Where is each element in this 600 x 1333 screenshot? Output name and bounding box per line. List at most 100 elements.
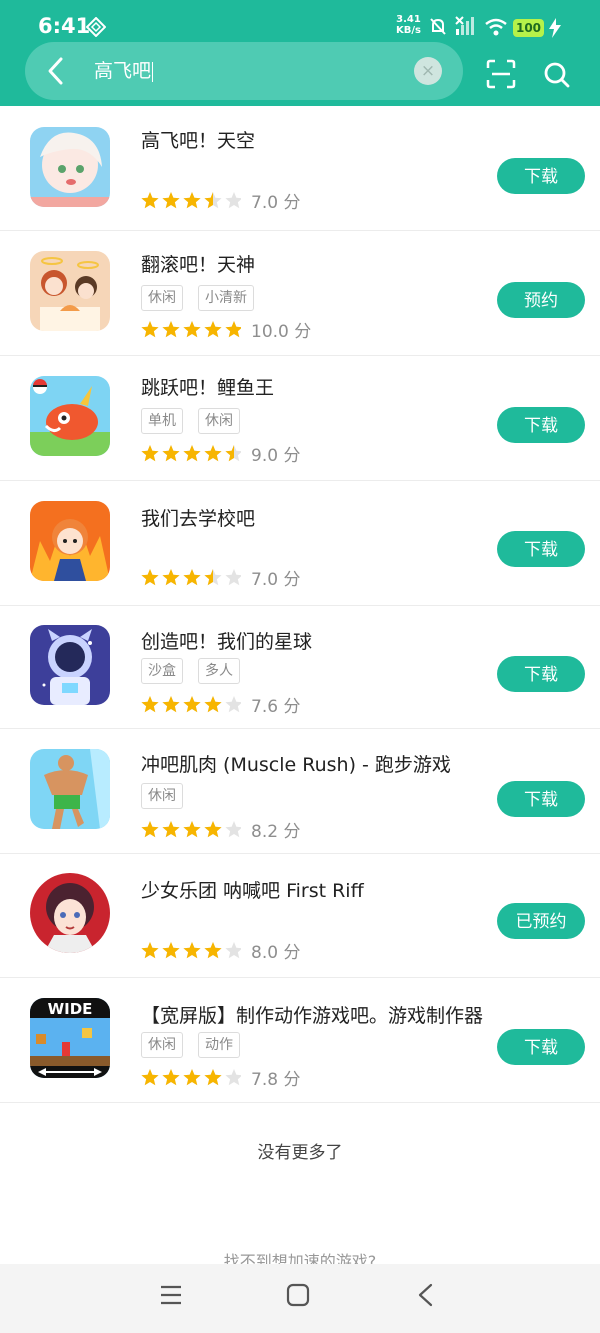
star-full (183, 941, 201, 958)
star-full (183, 695, 201, 712)
app-title: 冲吧肌肉 (Muscle Rush) - 跑步游戏 (141, 754, 451, 776)
rating-unit: 分 (283, 943, 301, 963)
search-bar[interactable] (25, 42, 463, 100)
app-notification-icon (86, 17, 106, 37)
battery-indicator: 100 (513, 19, 544, 37)
rating-score: 8.2 分 (251, 817, 300, 842)
search-input[interactable]: 高飞吧 (94, 58, 154, 84)
band-girl-icon (30, 873, 110, 953)
list-item[interactable]: 创造吧！我们的星球 沙盒 多人 7.6 分 下载 (0, 604, 600, 729)
list-item[interactable]: 高飞吧！天空 7.0 分 下载 (0, 106, 600, 231)
star-full (162, 320, 180, 337)
clear-search-button[interactable]: × (414, 57, 442, 85)
mute-bell-icon (430, 18, 446, 35)
tag: 休闲 (141, 285, 183, 311)
menu-icon[interactable] (159, 1283, 183, 1307)
star-empty (225, 1068, 241, 1085)
tag: 休闲 (141, 783, 183, 809)
list-item[interactable]: WIDE 【宽屏版】制作动作游戏吧。游戏制作器 休闲 动作 7.8 分 下载 (0, 978, 600, 1103)
star-full (204, 941, 222, 958)
download-button[interactable]: 下载 (497, 656, 585, 692)
tag: 动作 (198, 1032, 240, 1058)
app-title: 创造吧！我们的星球 (141, 631, 313, 653)
rating-score: 7.0 分 (251, 188, 300, 213)
rating: 7.6 分 (141, 692, 300, 717)
tag: 休闲 (198, 408, 240, 434)
star-full (183, 444, 201, 461)
download-button[interactable]: 下载 (497, 1029, 585, 1065)
list-item[interactable]: 冲吧肌肉 (Muscle Rush) - 跑步游戏 休闲 8.2 分 下载 (0, 729, 600, 854)
star-rating (141, 695, 241, 712)
rating-unit: 分 (283, 193, 301, 213)
star-full (141, 568, 159, 585)
astronaut-cat-icon (30, 625, 110, 705)
back-arrow-icon[interactable] (44, 56, 68, 86)
rating: 7.8 分 (141, 1065, 300, 1090)
rating-unit: 分 (283, 697, 301, 717)
star-rating (141, 1068, 241, 1085)
star-full (183, 568, 201, 585)
download-button[interactable]: 下载 (497, 781, 585, 817)
star-full (141, 320, 159, 337)
app-title: 我们去学校吧 (141, 508, 256, 530)
no-more-text: 没有更多了 (257, 1143, 343, 1163)
star-rating (141, 820, 241, 837)
list-item[interactable]: 少女乐团 呐喊吧 First Riff 8.0 分 已预约 (0, 853, 600, 978)
star-full (183, 191, 201, 208)
tag: 多人 (198, 658, 240, 684)
rating-score: 7.6 分 (251, 692, 300, 717)
download-button[interactable]: 下载 (497, 407, 585, 443)
tag-list: 休闲 动作 (141, 1032, 255, 1058)
app-title: 跳跃吧！鲤鱼王 (141, 377, 275, 399)
rating-unit: 分 (283, 822, 301, 842)
scan-icon[interactable] (486, 59, 516, 89)
back-icon[interactable] (414, 1283, 438, 1307)
tag: 休闲 (141, 1032, 183, 1058)
rating-score: 7.0 分 (251, 565, 300, 590)
status-bar: 6:41 3.41 KB/s 100 (0, 0, 600, 44)
star-full (162, 820, 180, 837)
star-full (183, 1068, 201, 1085)
app-title: 【宽屏版】制作动作游戏吧。游戏制作器 (141, 1005, 484, 1027)
app-title: 高飞吧！天空 (141, 130, 256, 152)
download-button[interactable]: 下载 (497, 531, 585, 567)
list-item[interactable]: 跳跃吧！鲤鱼王 单机 休闲 9.0 分 下载 (0, 356, 600, 481)
star-full (141, 695, 159, 712)
rating: 9.0 分 (141, 441, 300, 466)
list-item[interactable]: 翻滚吧！天神 休闲 小清新 10.0 分 预约 (0, 231, 600, 356)
reserve-button[interactable]: 预约 (497, 282, 585, 318)
search-query-text: 高飞吧 (94, 60, 152, 82)
star-full (162, 695, 180, 712)
star-full (183, 820, 201, 837)
star-full (141, 191, 159, 208)
star-full (162, 941, 180, 958)
rating: 8.2 分 (141, 817, 300, 842)
home-icon[interactable] (286, 1283, 310, 1307)
search-icon[interactable] (543, 61, 571, 89)
tag: 沙盒 (141, 658, 183, 684)
rating: 8.0 分 (141, 938, 301, 963)
star-full (162, 444, 180, 461)
rating-score: 10.0 分 (251, 317, 311, 342)
star-full (204, 1068, 222, 1085)
tag-list: 沙盒 多人 (141, 658, 255, 684)
tag-list: 休闲 (141, 783, 198, 809)
app-title: 翻滚吧！天神 (141, 254, 256, 276)
rating-value: 7.0 (251, 570, 279, 590)
rating-value: 8.0 (251, 943, 279, 963)
charging-icon (549, 18, 561, 38)
star-full (183, 320, 201, 337)
list-item[interactable]: 我们去学校吧 7.0 分 下载 (0, 481, 600, 606)
star-rating (141, 444, 241, 461)
star-rating (141, 320, 241, 337)
download-button[interactable]: 下载 (497, 158, 585, 194)
reserved-button[interactable]: 已预约 (497, 903, 585, 939)
star-empty (225, 191, 241, 208)
rating-value: 8.2 (251, 822, 279, 842)
star-full (162, 568, 180, 585)
wide-game-maker-icon: WIDE (30, 998, 110, 1078)
star-rating (141, 191, 241, 208)
network-speed-value: 3.41 (396, 14, 421, 25)
rating: 7.0 分 (141, 565, 300, 590)
rating-value: 7.6 (251, 697, 279, 717)
